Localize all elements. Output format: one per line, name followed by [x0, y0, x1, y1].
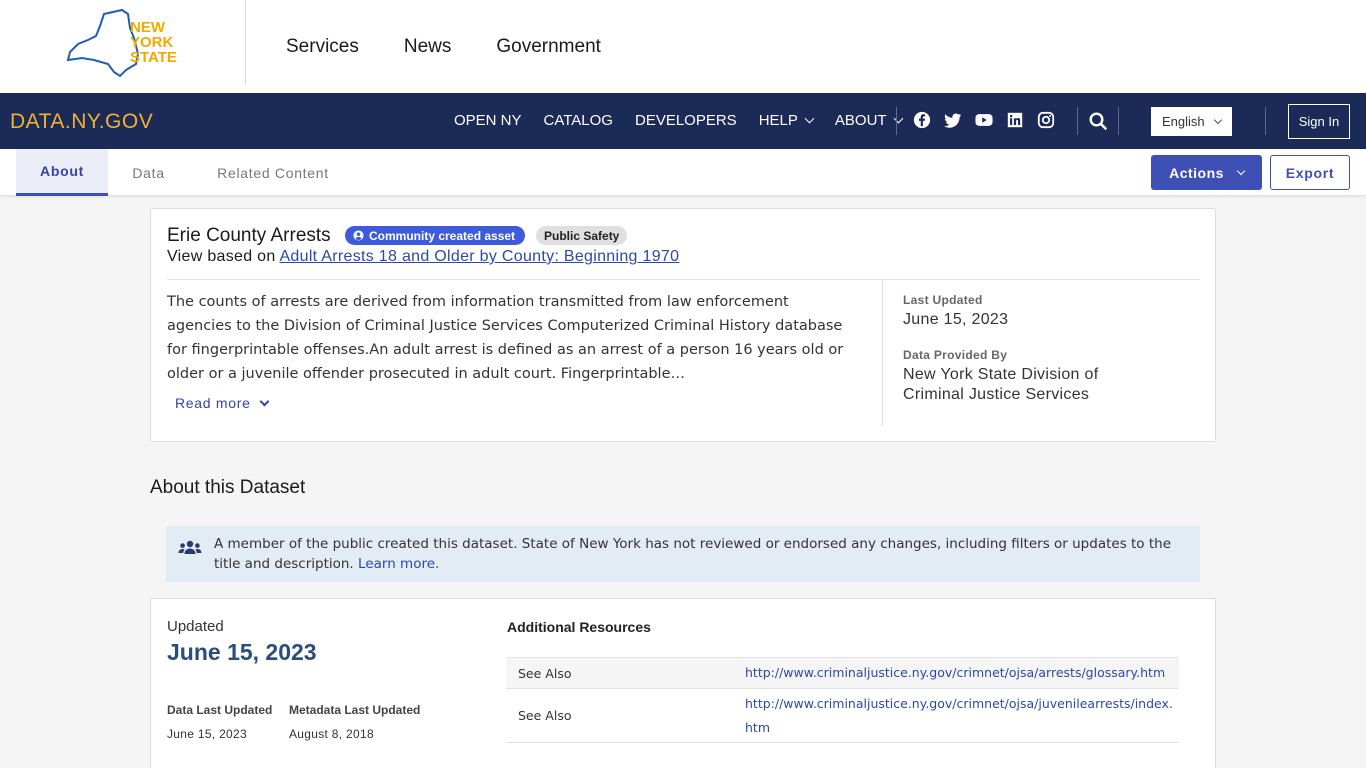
table-row: See Also http://www.criminaljustice.ny.g…: [506, 688, 1179, 743]
bar-separator: [1118, 107, 1119, 135]
resource-link[interactable]: http://www.criminaljustice.ny.gov/crimne…: [745, 689, 1179, 742]
about-dataset-heading: About this Dataset: [150, 477, 306, 498]
category-badge[interactable]: Public Safety: [536, 226, 628, 245]
sign-in-button[interactable]: Sign In: [1288, 104, 1350, 139]
asset-tab-bar: About Data Related Content Actions Expor…: [0, 149, 1366, 196]
nav-about-label: ABOUT: [834, 112, 887, 129]
nav-news[interactable]: News: [404, 36, 452, 58]
last-updated-label: Last Updated: [903, 293, 983, 307]
additional-resources-table: See Also http://www.criminaljustice.ny.g…: [506, 657, 1179, 743]
provided-by-label: Data Provided By: [903, 348, 1008, 362]
language-value: English: [1162, 114, 1205, 129]
nys-logo[interactable]: NEW YORK STATE: [64, 8, 184, 80]
bar-separator: [1265, 107, 1266, 135]
nys-state-outline-icon: NEW YORK STATE: [66, 8, 177, 78]
linkedin-icon[interactable]: [1006, 111, 1024, 129]
dataset-description: The counts of arrests are derived from i…: [167, 294, 844, 382]
user-circle-icon: [353, 230, 364, 241]
facebook-icon[interactable]: [913, 111, 931, 129]
dataset-title: Erie County Arrests: [167, 225, 331, 246]
view-based-on: View based on Adult Arrests 18 and Older…: [167, 248, 679, 266]
tab-related-content[interactable]: Related Content: [198, 149, 348, 196]
community-notice: A member of the public created this data…: [166, 526, 1200, 582]
community-badge-label: Community created asset: [369, 228, 516, 243]
chevron-down-icon: [1213, 115, 1222, 124]
chevron-down-icon: [893, 113, 904, 124]
card-divider: [167, 279, 1200, 280]
resource-key: See Also: [518, 708, 572, 723]
instagram-icon[interactable]: [1037, 111, 1055, 129]
notice-text: A member of the public created this data…: [214, 534, 1189, 574]
nav-services[interactable]: Services: [286, 36, 359, 58]
data-last-updated-value: June 15, 2023: [167, 727, 247, 741]
metadata-last-updated-label: Metadata Last Updated: [289, 703, 421, 717]
read-more-label: Read more: [175, 395, 251, 411]
dataset-info-card: Erie County Arrests Community created as…: [150, 208, 1216, 442]
nys-header: NEW YORK STATE Services News Government: [0, 0, 1366, 93]
nav-developers[interactable]: DEVELOPERS: [635, 112, 737, 129]
resource-key: See Also: [518, 665, 572, 681]
bar-separator: [896, 107, 897, 135]
card-vertical-divider: [882, 280, 883, 426]
provided-by-line: New York State Division of: [903, 366, 1099, 383]
site-name-link[interactable]: DATA.NY.GOV: [10, 110, 153, 134]
actions-button[interactable]: Actions: [1151, 155, 1262, 190]
search-icon[interactable]: [1088, 111, 1108, 131]
social-links: [913, 111, 1055, 129]
provided-by-line: Criminal Justice Services: [903, 386, 1090, 403]
data-nav: OPEN NY CATALOG DEVELOPERS HELP ABOUT: [454, 112, 904, 129]
updated-value: June 15, 2023: [167, 639, 317, 665]
actions-label: Actions: [1169, 164, 1224, 181]
bar-separator: [1077, 107, 1078, 135]
header-divider: [245, 0, 246, 86]
read-more-button[interactable]: Read more: [175, 395, 270, 411]
learn-more-link[interactable]: Learn more.: [358, 556, 439, 572]
tab-about[interactable]: About: [16, 149, 108, 196]
nys-logo-state: STATE: [130, 49, 177, 66]
nys-nav: Services News Government: [286, 36, 601, 58]
chevron-down-icon: [804, 113, 815, 124]
chevron-down-icon: [259, 396, 270, 406]
language-select[interactable]: English: [1151, 107, 1232, 136]
provided-by-value: New York State Division of Criminal Just…: [903, 365, 1098, 405]
nav-help[interactable]: HELP: [758, 112, 815, 129]
youtube-icon[interactable]: [975, 111, 993, 129]
table-row: See Also http://www.criminaljustice.ny.g…: [506, 657, 1179, 688]
chevron-down-icon: [1236, 166, 1246, 175]
community-badge: Community created asset: [345, 226, 526, 245]
export-button[interactable]: Export: [1270, 155, 1350, 190]
users-icon: [178, 540, 202, 554]
data-last-updated-label: Data Last Updated: [167, 703, 273, 717]
additional-resources-heading: Additional Resources: [507, 619, 651, 635]
nav-government[interactable]: Government: [496, 36, 601, 58]
nav-open-ny[interactable]: OPEN NY: [454, 112, 522, 129]
metadata-last-updated-value: August 8, 2018: [289, 727, 374, 741]
nav-about[interactable]: ABOUT: [834, 112, 904, 129]
parent-dataset-link[interactable]: Adult Arrests 18 and Older by County: Be…: [279, 248, 679, 265]
resource-link[interactable]: http://www.criminaljustice.ny.gov/crimne…: [745, 658, 1179, 688]
twitter-icon[interactable]: [944, 111, 962, 129]
view-based-prefix: View based on: [167, 248, 276, 265]
tab-data[interactable]: Data: [116, 149, 181, 196]
data-portal-bar: DATA.NY.GOV OPEN NY CATALOG DEVELOPERS H…: [0, 93, 1366, 149]
nav-help-label: HELP: [758, 112, 798, 129]
updated-label: Updated: [167, 618, 224, 635]
last-updated-value: June 15, 2023: [903, 311, 1009, 328]
nav-catalog[interactable]: CATALOG: [544, 112, 613, 129]
dataset-details-card: Updated June 15, 2023 Data Last Updated …: [150, 598, 1216, 768]
